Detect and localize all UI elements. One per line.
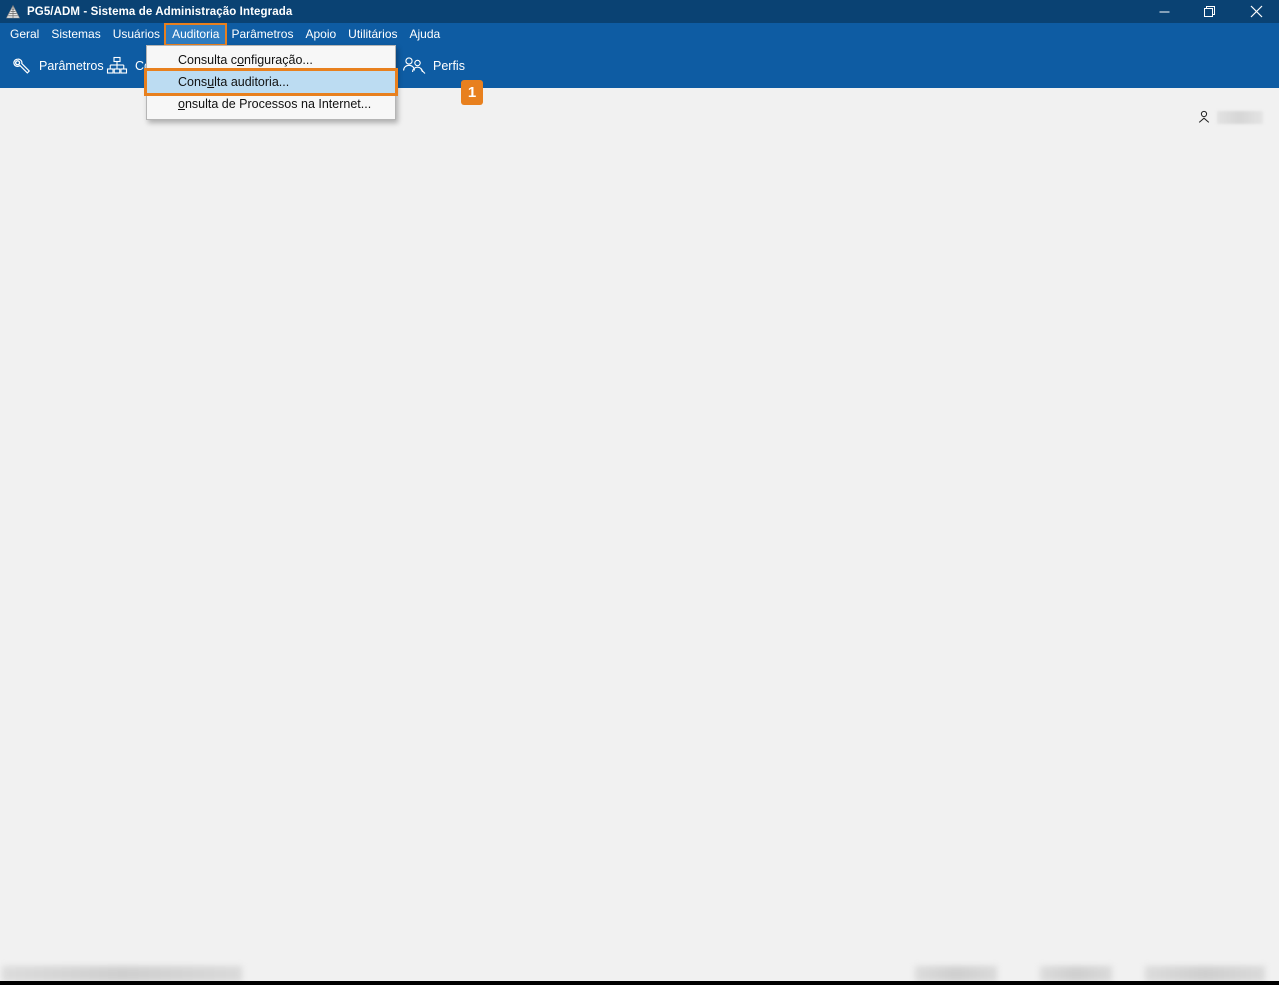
menu-item-sistemas[interactable]: Sistemas [45, 25, 106, 44]
bottom-edge [0, 981, 1279, 985]
menu-item-label: Parâmetros [231, 26, 294, 41]
menu-option-suffix: nsulta de Processos na Internet... [184, 97, 372, 111]
logged-user-chip [1197, 110, 1263, 124]
status-segment-redacted [1145, 966, 1265, 982]
maximize-button[interactable] [1187, 0, 1233, 23]
menu-item-label: Geral [10, 26, 40, 41]
menu-bar: Geral Sistemas Usuários Auditoria Parâme… [0, 23, 1279, 45]
menu-item-utilitarios[interactable]: Utilitários [342, 25, 403, 44]
status-segment-redacted [915, 966, 997, 982]
menu-option-suffix: lta auditoria... [214, 75, 290, 89]
menu-item-label: Utilitários [348, 26, 398, 41]
menu-item-label: Ajuda [409, 26, 441, 41]
users-group-icon [402, 56, 426, 76]
close-button[interactable] [1233, 0, 1279, 23]
menu-item-parametros[interactable]: Parâmetros [225, 25, 299, 44]
minimize-button[interactable] [1141, 0, 1187, 23]
menu-option-mnemonic: o [237, 53, 245, 67]
menu-option-mnemonic: o [178, 97, 185, 111]
step-badge-label: 1 [467, 84, 477, 101]
menu-item-label: Apoio [305, 26, 337, 41]
hierarchy-icon [106, 56, 128, 76]
menu-option-suffix: nfiguração... [244, 53, 313, 67]
toolbar-button-parametros[interactable]: Parâmetros [4, 52, 110, 80]
step-badge-1: 1 [461, 80, 483, 105]
menu-item-auditoria[interactable]: Auditoria [166, 24, 226, 44]
logged-user-name-redacted [1217, 110, 1263, 124]
menu-item-label: Auditoria [172, 26, 220, 41]
title-bar: PG5/ADM - Sistema de Administração Integ… [0, 0, 1279, 23]
workspace: TRIBUNAL DE JUSTIÇA 3 DE FEVEREIRO DE 18… [0, 88, 1279, 985]
status-segment-redacted [1040, 966, 1112, 982]
application-window: PG5/ADM - Sistema de Administração Integ… [0, 0, 1279, 985]
person-icon [1197, 110, 1211, 124]
tjsp-pyramid-icon [5, 3, 21, 20]
menu-item-geral[interactable]: Geral [4, 25, 45, 44]
toolbar-button-label: Parâmetros [39, 59, 104, 73]
auditoria-dropdown-menu: Consulta c o nfiguração... Cons u lta audito… [146, 45, 396, 120]
menu-option-prefix: Consulta c [178, 53, 238, 67]
toolbar-button-label: Perfis [433, 59, 465, 73]
menu-option-consulta-processos-internet[interactable]: o nsulta de Processos na Internet... [147, 93, 395, 115]
menu-item-label: Usuários [112, 26, 161, 41]
menu-option-consulta-auditoria[interactable]: Cons u lta auditoria... [147, 71, 395, 93]
menu-item-usuarios[interactable]: Usuários [107, 25, 166, 44]
wrench-icon [10, 55, 32, 77]
menu-option-mnemonic: u [207, 75, 215, 89]
menu-item-apoio[interactable]: Apoio [299, 25, 342, 44]
menu-item-ajuda[interactable]: Ajuda [404, 25, 447, 44]
menu-item-label: Sistemas [51, 26, 101, 41]
menu-option-prefix: Cons [178, 75, 208, 89]
status-segment-redacted [2, 966, 242, 982]
window-title: PG5/ADM - Sistema de Administração Integ… [27, 5, 293, 18]
menu-option-consulta-configuracao[interactable]: Consulta c o nfiguração... [147, 49, 395, 71]
toolbar-button-perfis[interactable]: Perfis [396, 52, 471, 80]
window-controls [1141, 0, 1279, 23]
